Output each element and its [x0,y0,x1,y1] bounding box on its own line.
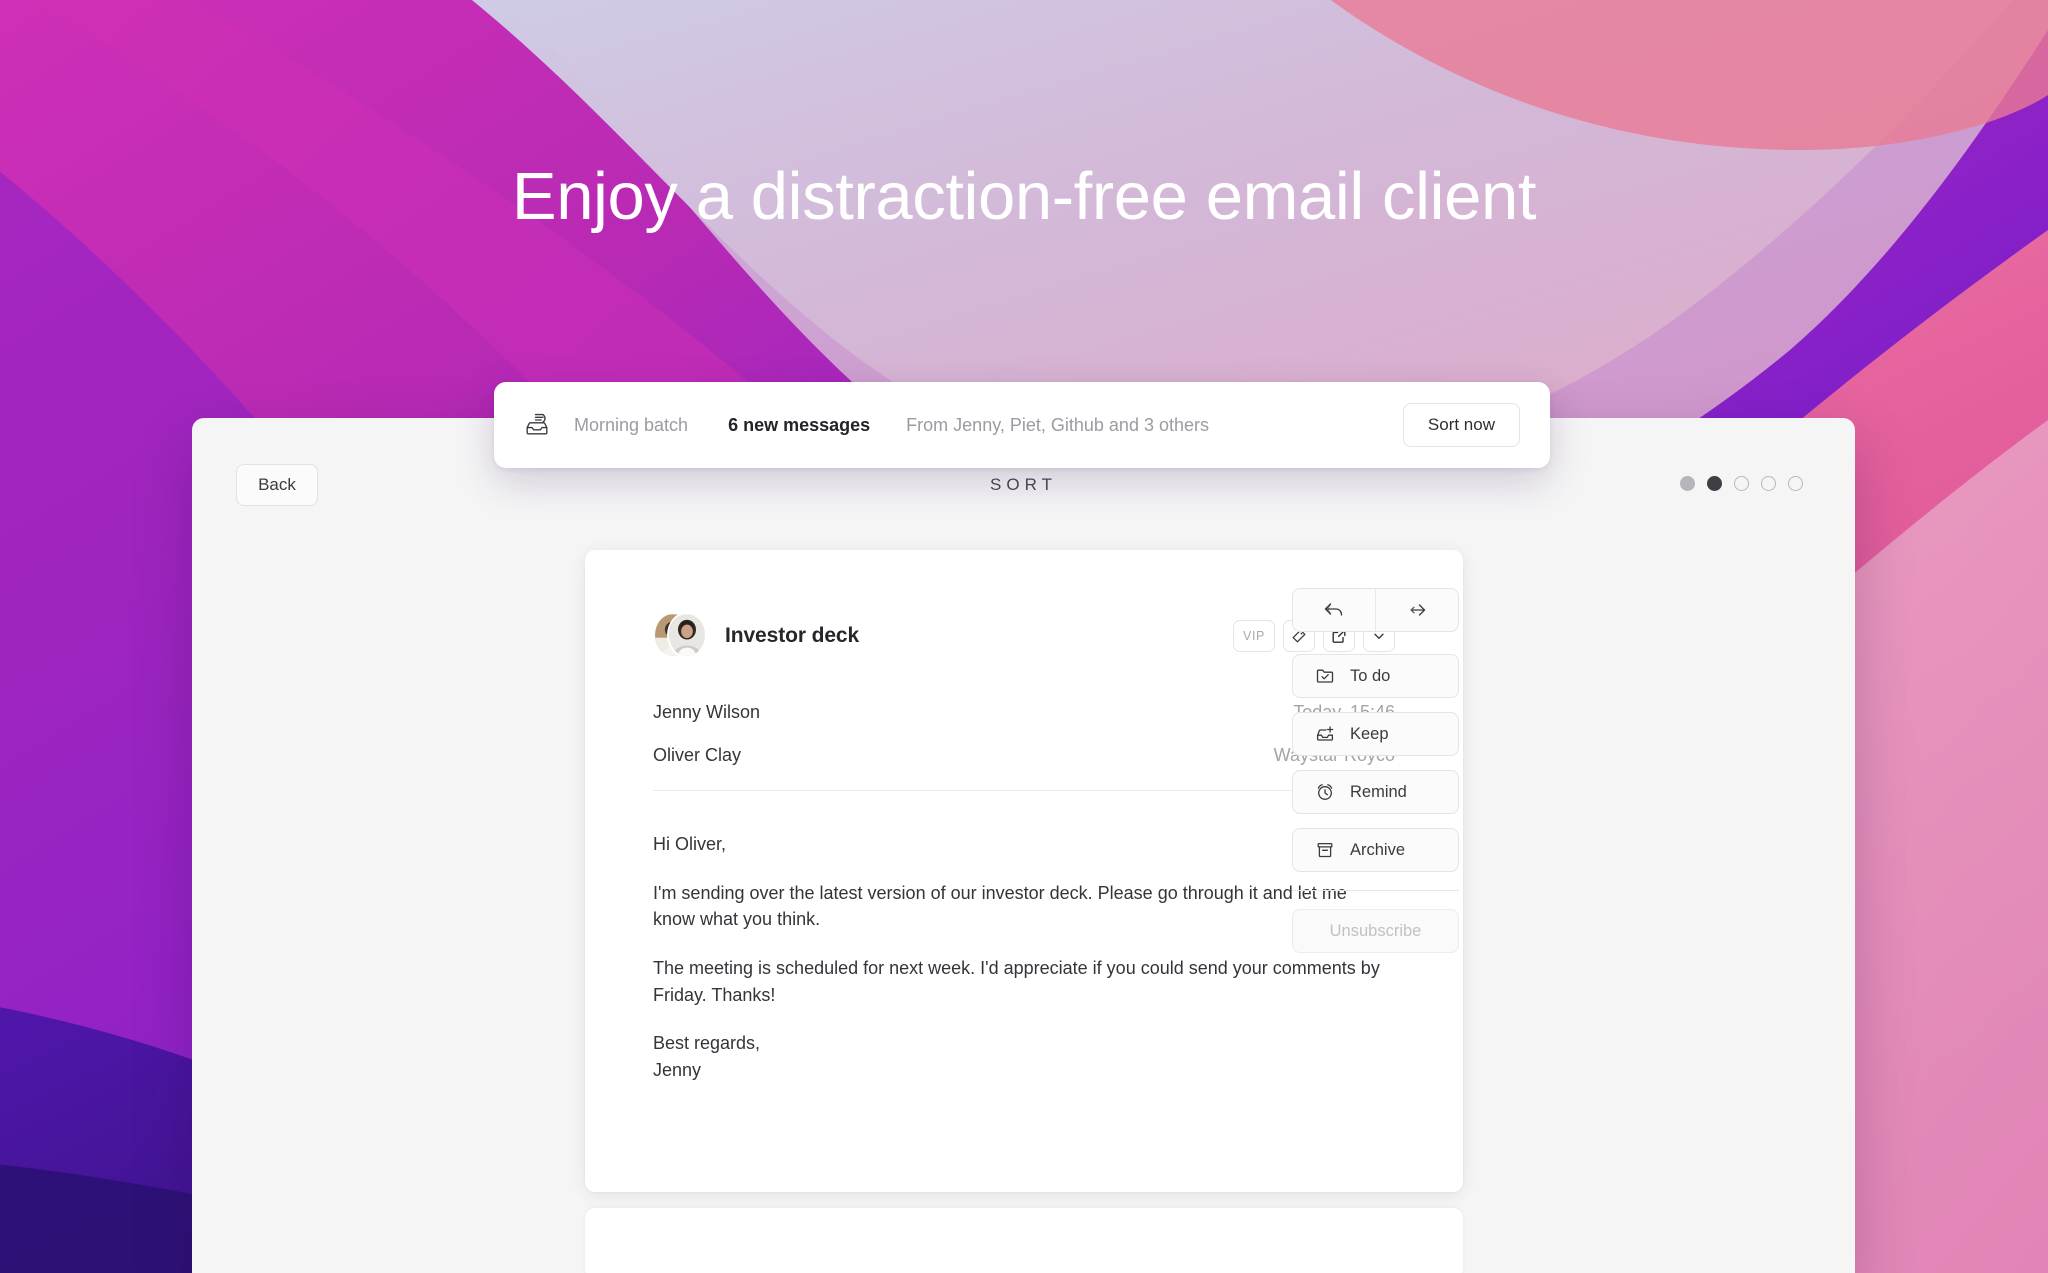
archive-box-icon [1317,842,1333,858]
reply-button[interactable] [1293,589,1376,631]
avatar-primary [667,612,707,658]
app-panel: Back SORT Investor deck VIP Jenny Wilson… [192,418,1855,1273]
keep-button[interactable]: Keep [1292,712,1459,756]
mail-body-paragraph: Hi Oliver, [653,834,727,854]
pagination-dot-4[interactable] [1761,476,1776,491]
mail-divider [653,790,1395,791]
pagination-dot-3[interactable] [1734,476,1749,491]
notification-batch-label: Morning batch [574,414,689,435]
mail-meta: Jenny Wilson Today, 15:46 Oliver Clay Wa… [653,702,1395,766]
folder-check-icon [1316,669,1334,683]
notification-count: 6 new messages [728,414,871,435]
mail-sender-name: Jenny Wilson [653,702,761,722]
mail-subject: Investor deck [725,624,860,647]
notification-bar: Morning batch 6 new messages From Jenny,… [494,382,1550,468]
todo-label: To do [1350,666,1391,685]
mail-body-paragraph: The meeting is scheduled for next week. … [653,957,1380,1005]
mail-meta-row: Oliver Clay Waystar Royco [653,745,1395,766]
mail-card-header: Investor deck VIP [653,612,1395,660]
sort-now-button[interactable]: Sort now [1402,403,1520,447]
archive-button[interactable]: Archive [1292,828,1459,872]
archive-label: Archive [1350,840,1406,859]
remind-label: Remind [1350,782,1407,801]
mail-body-paragraph: I'm sending over the latest version of o… [653,882,1347,930]
mail-body-signature: Best regards, Jenny [653,1033,761,1080]
page-title: SORT [990,475,1057,494]
forward-button[interactable] [1376,589,1458,631]
avatar-photo-icon [669,614,705,656]
inbox-plus-icon [1316,726,1334,741]
inbox-batch-icon [526,413,548,435]
pagination-dot-1[interactable] [1680,476,1695,491]
forward-arrow-icon [1410,604,1426,616]
rail-divider [1292,890,1459,891]
reply-arrow-icon [1324,603,1343,616]
alarm-clock-icon [1317,784,1333,800]
remind-button[interactable]: Remind [1292,770,1459,814]
vip-badge[interactable]: VIP [1233,620,1275,652]
avatar [653,612,707,660]
pagination-dot-2-active[interactable] [1707,476,1722,491]
unsubscribe-button[interactable]: Unsubscribe [1292,909,1459,953]
next-mail-card-stack[interactable] [585,1208,1463,1273]
notification-senders: From Jenny, Piet, Github and 3 others [906,414,1209,435]
pagination-dots[interactable] [1680,476,1803,491]
mail-body: Hi Oliver, I'm sending over the latest v… [653,831,1395,1083]
reply-forward-group [1292,588,1459,632]
pagination-dot-5[interactable] [1788,476,1803,491]
mail-recipient-name: Oliver Clay [653,745,742,765]
keep-label: Keep [1350,724,1389,743]
page-headline: Enjoy a distraction-free email client [511,159,1537,234]
mail-meta-row: Jenny Wilson Today, 15:46 [653,702,1395,723]
todo-button[interactable]: To do [1292,654,1459,698]
action-rail: To do Keep Remind Archive Unsubscribe [1292,588,1492,967]
